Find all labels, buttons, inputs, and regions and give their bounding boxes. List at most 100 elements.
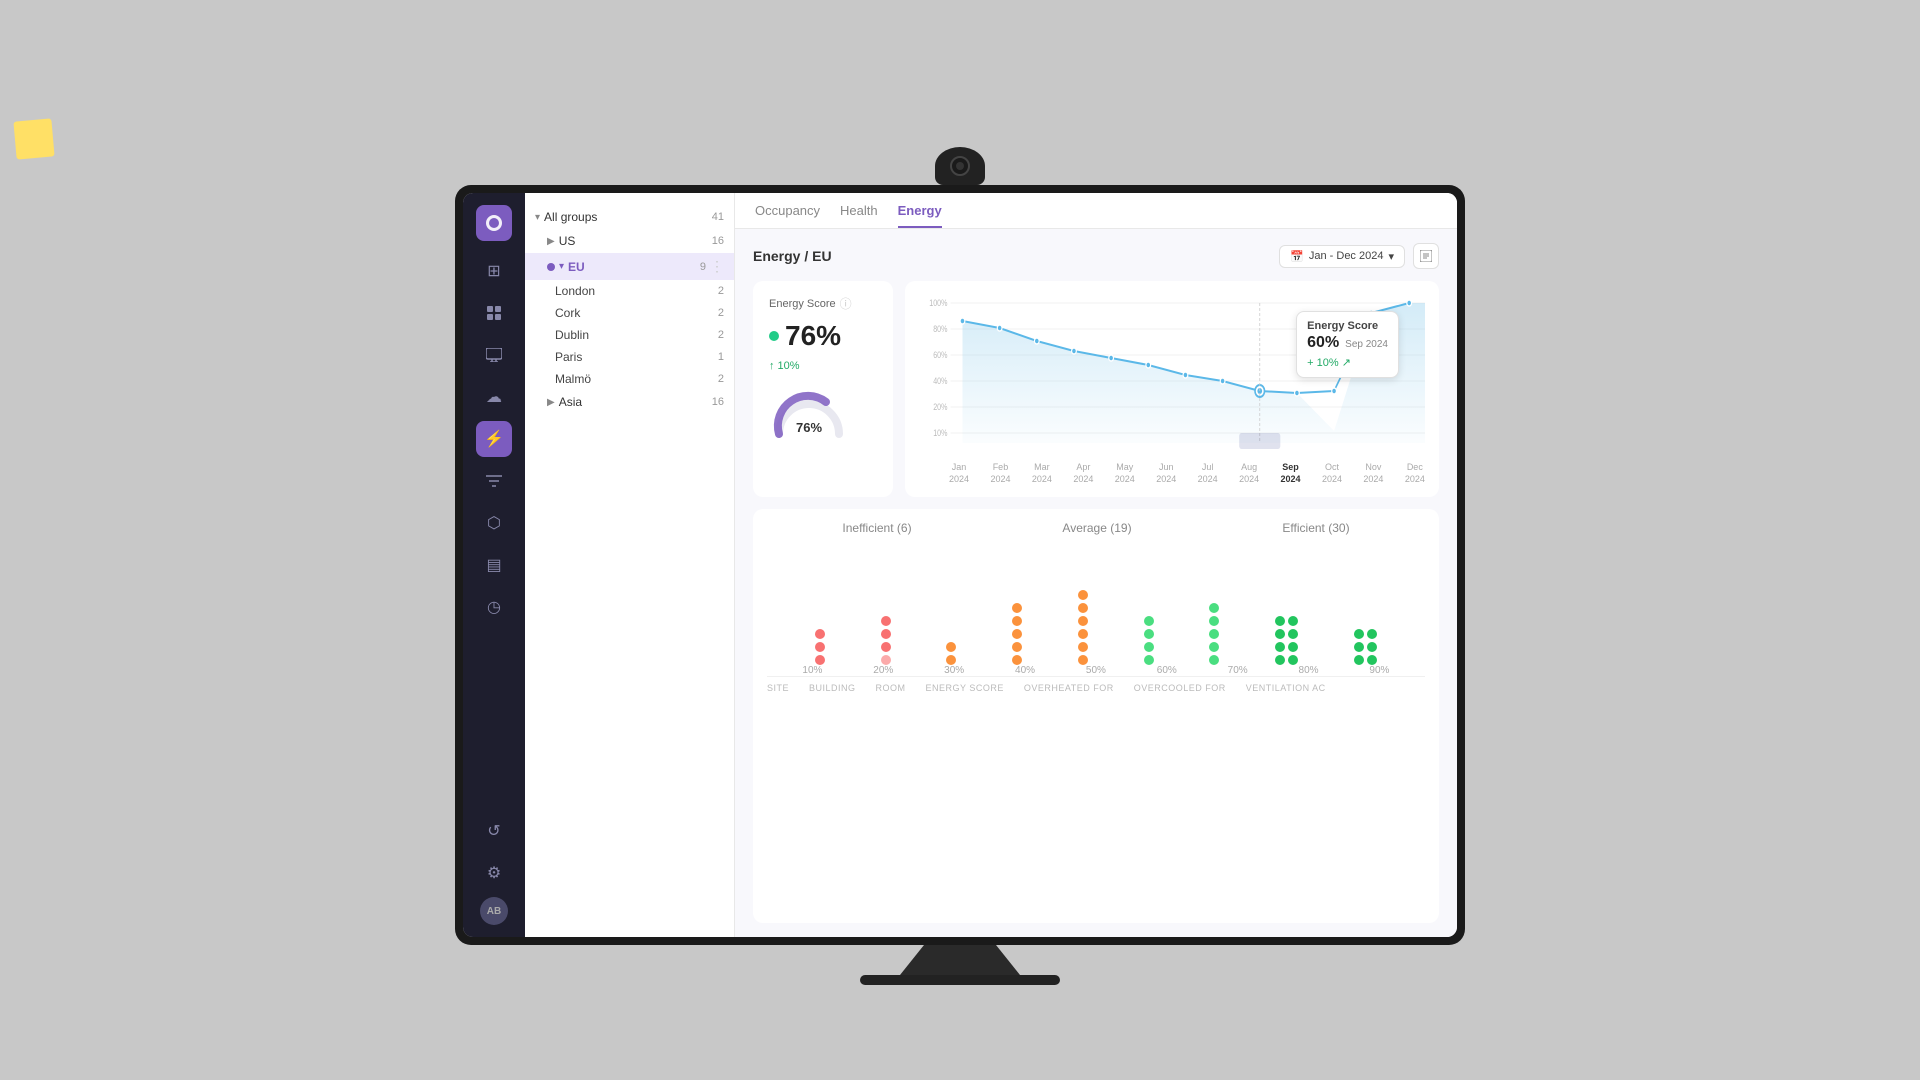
cloud-icon[interactable]: ☁: [476, 379, 512, 415]
dot: [1144, 655, 1154, 665]
dot: [1144, 642, 1154, 652]
monitor-icon[interactable]: [476, 337, 512, 373]
score-value: 76%: [769, 320, 877, 352]
eu-menu-icon[interactable]: ⋮: [710, 258, 724, 275]
energy-score-card: Energy Score ⓘ 76% ↑ 10%: [753, 281, 893, 497]
logo-icon[interactable]: [476, 205, 512, 241]
arrow-eu: ▾: [559, 261, 564, 272]
dot: [1012, 616, 1022, 626]
tab-energy[interactable]: Energy: [898, 203, 942, 228]
dot: [1012, 655, 1022, 665]
svg-text:60%: 60%: [933, 350, 947, 360]
x-label-nov: Nov2024: [1363, 462, 1383, 485]
col-energy-score: ENERGY SCORE: [926, 683, 1004, 693]
tab-occupancy[interactable]: Occupancy: [755, 203, 820, 228]
dot: [815, 655, 825, 665]
top-tabs: Occupancy Health Energy: [735, 193, 1457, 229]
category-efficient: Efficient (30): [1282, 521, 1349, 535]
date-range-label: Jan - Dec 2024: [1309, 250, 1384, 262]
dot-subcol-80a: [1275, 616, 1285, 665]
x-label-jun: Jun2024: [1156, 462, 1176, 485]
x-label-dec: Dec2024: [1405, 462, 1425, 485]
nav-item-cork[interactable]: Cork 2: [525, 302, 734, 324]
dot: [881, 616, 891, 626]
dashboard-icon[interactable]: [476, 295, 512, 331]
x-label-40pct: 40%: [1015, 665, 1035, 676]
dublin-count: 2: [718, 329, 724, 341]
cork-label: Cork: [555, 306, 718, 320]
energy-icon[interactable]: ⚡: [476, 421, 512, 457]
x-label-sep: Sep2024: [1281, 462, 1301, 485]
dot: [1209, 616, 1219, 626]
dot-col-40: [1012, 603, 1022, 665]
us-count: 16: [712, 235, 724, 247]
nav-item-all-groups[interactable]: ▾ All groups 41: [525, 205, 734, 229]
col-room: ROOM: [876, 683, 906, 693]
x-label-oct: Oct2024: [1322, 462, 1342, 485]
breadcrumb: Energy / EU: [753, 248, 832, 264]
x-label-70pct: 70%: [1228, 665, 1248, 676]
sticky-note: [13, 118, 54, 159]
london-label: London: [555, 284, 718, 298]
avatar[interactable]: AB: [480, 897, 508, 925]
x-label-50pct: 50%: [1086, 665, 1106, 676]
asia-count: 16: [712, 396, 724, 408]
dot: [881, 655, 891, 665]
filter-icon[interactable]: [476, 463, 512, 499]
dot: [946, 655, 956, 665]
table-column-headers: SITE BUILDING ROOM ENERGY SCORE OVERHEAT…: [767, 676, 1425, 693]
dot-col-50: [1078, 590, 1088, 665]
malmo-count: 2: [718, 373, 724, 385]
nav-item-asia[interactable]: ▶ Asia 16: [525, 390, 734, 414]
x-label-20pct: 20%: [873, 665, 893, 676]
nav-item-dublin[interactable]: Dublin 2: [525, 324, 734, 346]
export-button[interactable]: [1413, 243, 1439, 269]
history-icon[interactable]: ◷: [476, 589, 512, 625]
dot: [1288, 629, 1298, 639]
date-range-picker[interactable]: 📅 Jan - Dec 2024 ▾: [1279, 245, 1405, 268]
nav-item-us[interactable]: ▶ US 16: [525, 229, 734, 253]
dot: [1144, 616, 1154, 626]
arrow-asia: ▶: [547, 397, 555, 408]
tab-health[interactable]: Health: [840, 203, 878, 228]
charts-row: Energy Score ⓘ 76% ↑ 10%: [753, 281, 1439, 497]
dot: [1078, 642, 1088, 652]
score-label: Energy Score ⓘ: [769, 295, 877, 312]
arrow-us: ▶: [547, 236, 555, 247]
x-labels: Jan2024 Feb2024 Mar2024 Apr2024 May2024 …: [919, 458, 1425, 485]
dot: [1275, 642, 1285, 652]
dot: [1367, 629, 1377, 639]
dot-col-20: [881, 616, 891, 665]
svg-text:100%: 100%: [929, 298, 947, 308]
paris-count: 1: [718, 351, 724, 363]
x-label-90pct: 90%: [1369, 665, 1389, 676]
home-icon[interactable]: ⊞: [476, 253, 512, 289]
dot-col-30: [946, 642, 956, 665]
dot: [1354, 642, 1364, 652]
dot-col-10: [815, 629, 825, 665]
dot: [1354, 629, 1364, 639]
nav-item-paris[interactable]: Paris 1: [525, 346, 734, 368]
london-count: 2: [718, 285, 724, 297]
cork-count: 2: [718, 307, 724, 319]
dot: [881, 642, 891, 652]
nav-item-london[interactable]: London 2: [525, 280, 734, 302]
monitor-base: [860, 975, 1060, 985]
malmo-label: Malmö: [555, 372, 718, 386]
svg-text:20%: 20%: [933, 402, 947, 412]
col-overcooled: OVERCOOLED FOR: [1134, 683, 1226, 693]
nav-item-eu[interactable]: ▾ EU 9 ⋮: [525, 253, 734, 280]
nav-item-malmo[interactable]: Malmö 2: [525, 368, 734, 390]
dot: [1078, 616, 1088, 626]
sync-icon[interactable]: ↺: [476, 813, 512, 849]
dot: [881, 629, 891, 639]
network-icon[interactable]: ⬡: [476, 505, 512, 541]
settings-icon[interactable]: ⚙: [476, 855, 512, 891]
header-right: 📅 Jan - Dec 2024 ▾: [1279, 243, 1439, 269]
x-label-feb: Feb2024: [990, 462, 1010, 485]
dot: [1209, 642, 1219, 652]
report-icon[interactable]: ▤: [476, 547, 512, 583]
nav-panel: ▾ All groups 41 ▶ US 16 ▾ EU 9: [525, 193, 735, 937]
svg-text:76%: 76%: [796, 420, 822, 435]
us-label: US: [559, 234, 712, 248]
